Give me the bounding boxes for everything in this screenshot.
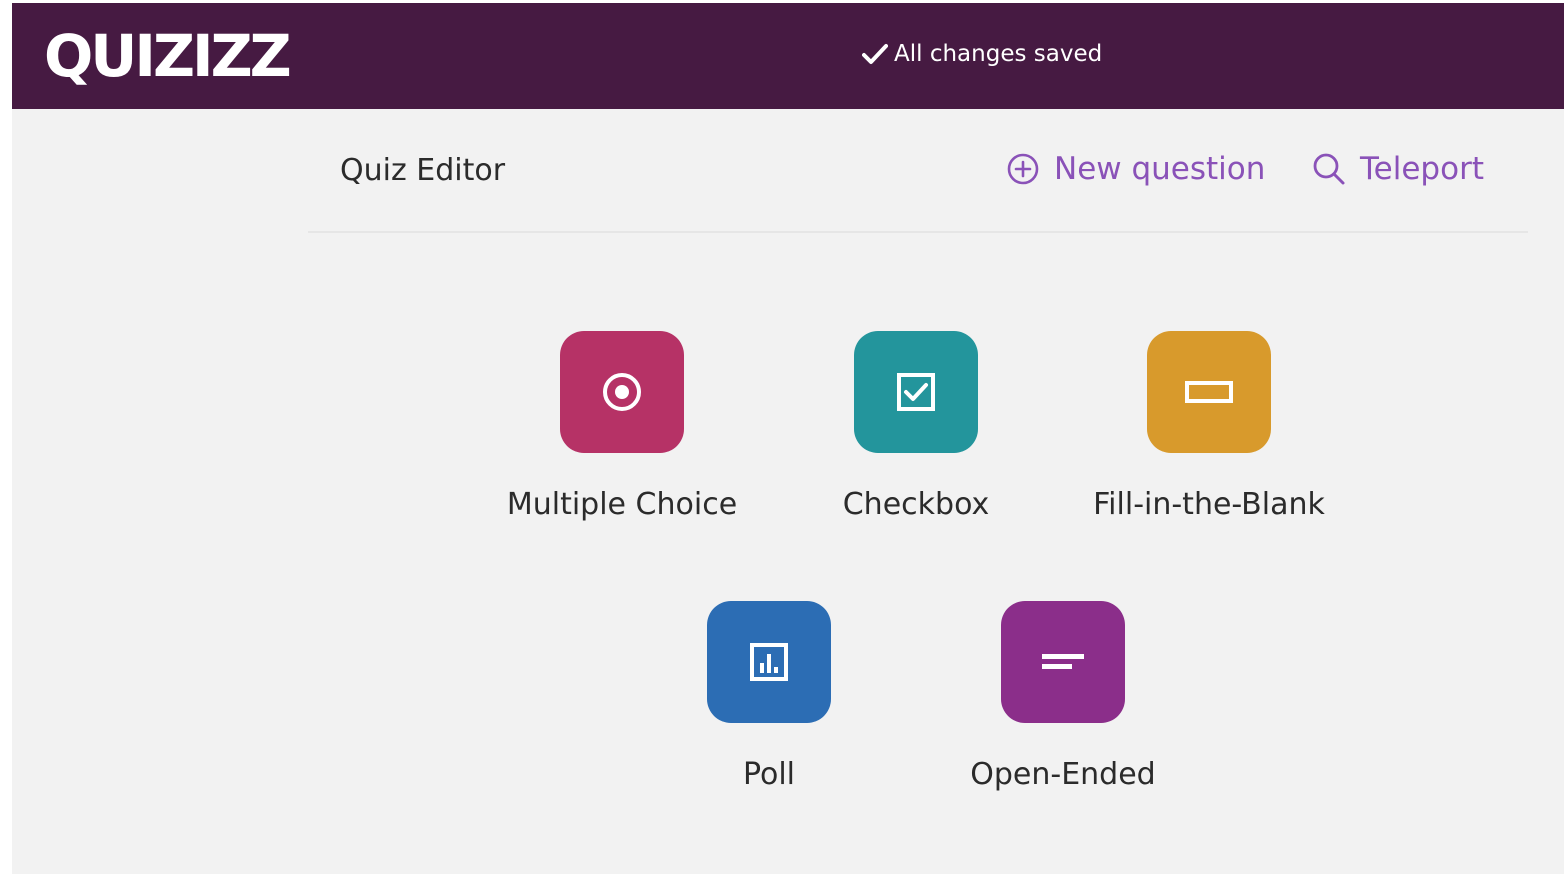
checkmark-icon [862, 44, 888, 64]
open-ended-tile[interactable] [1001, 601, 1125, 723]
fill-in-the-blank-label: Fill-in-the-Blank [1093, 487, 1325, 522]
new-question-label: New question [1054, 151, 1266, 187]
teleport-label: Teleport [1360, 151, 1484, 187]
question-type-fill-in-the-blank[interactable]: Fill-in-the-Blank [1059, 331, 1359, 522]
quizizz-logo[interactable]: QUIZIZZ [44, 21, 292, 91]
teleport-button[interactable]: Teleport [1312, 149, 1484, 189]
question-type-poll[interactable]: Poll [619, 601, 919, 792]
poll-tile[interactable] [707, 601, 831, 723]
checkbox-tile[interactable] [854, 331, 978, 453]
blank-input-icon [1185, 381, 1233, 403]
text-lines-icon [1042, 654, 1084, 669]
question-type-multiple-choice[interactable]: Multiple Choice [472, 331, 772, 522]
question-type-checkbox[interactable]: Checkbox [766, 331, 1066, 522]
save-status-text: All changes saved [894, 41, 1103, 67]
radio-target-icon [603, 373, 641, 411]
plus-circle-icon [1007, 153, 1039, 185]
multiple-choice-label: Multiple Choice [506, 487, 738, 522]
open-ended-label: Open-Ended [970, 757, 1156, 792]
search-icon [1313, 153, 1345, 185]
app-window: QUIZIZZ All changes saved Quiz Editor Ne… [12, 3, 1564, 874]
editor-header: Quiz Editor New question Teleport [308, 109, 1528, 233]
checkbox-checked-icon [897, 373, 935, 411]
question-type-open-ended[interactable]: Open-Ended [913, 601, 1213, 792]
fill-in-the-blank-tile[interactable] [1147, 331, 1271, 453]
multiple-choice-tile[interactable] [560, 331, 684, 453]
logo-text: QUIZIZZ [44, 22, 292, 90]
new-question-button[interactable]: New question [1006, 149, 1265, 189]
bar-chart-icon [750, 643, 788, 681]
page-title: Quiz Editor [340, 153, 506, 188]
top-bar: QUIZIZZ All changes saved [12, 3, 1564, 109]
poll-label: Poll [742, 757, 796, 792]
checkbox-label: Checkbox [842, 487, 990, 522]
save-status: All changes saved [862, 39, 1102, 69]
